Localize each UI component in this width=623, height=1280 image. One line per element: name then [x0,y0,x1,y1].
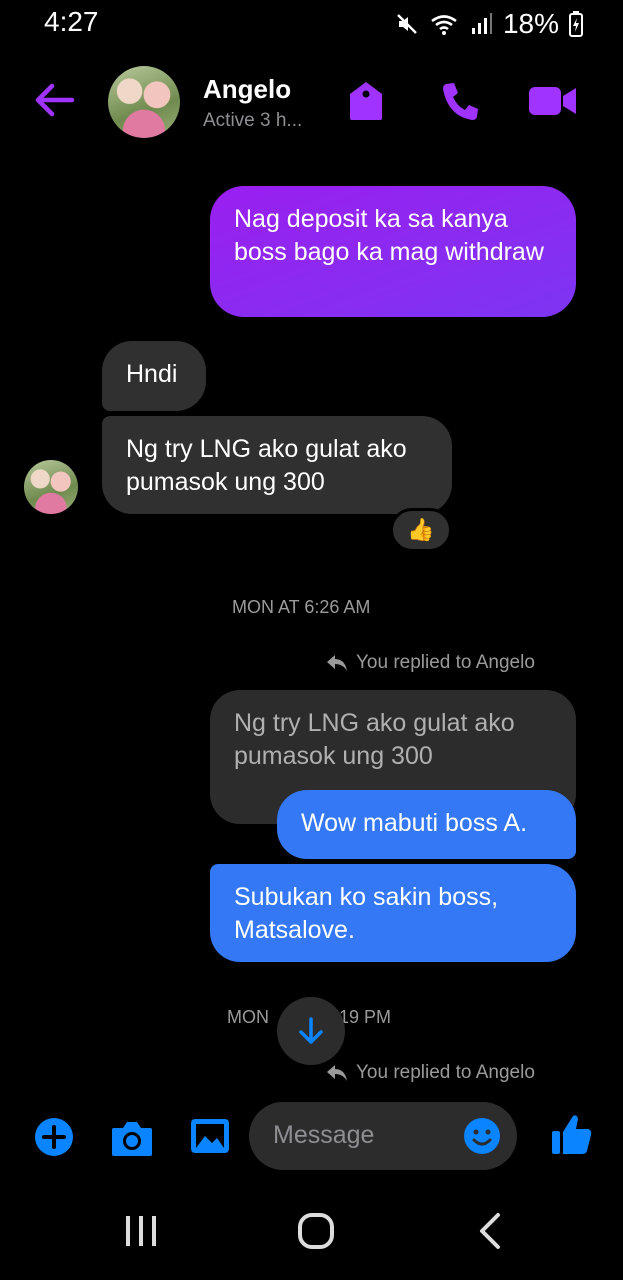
signal-icon [471,13,492,34]
wifi-icon [431,15,457,35]
message-input[interactable]: Message [249,1102,517,1170]
reply-indicator-text: You replied to Angelo [356,1062,535,1083]
reaction-badge[interactable]: 👍 [390,508,452,552]
message-bubble-received[interactable]: Hndi [102,341,206,411]
video-camera-icon[interactable] [528,84,578,118]
message-bubble-sent[interactable]: Nag deposit ka sa kanya boss bago ka mag… [210,186,576,317]
timestamp-day: MON [227,1007,269,1027]
message-placeholder: Message [273,1121,375,1149]
reply-arrow-icon [327,1065,347,1081]
reply-indicator: You replied to Angelo [326,1062,535,1084]
image-gallery-icon[interactable] [190,1118,230,1154]
thumbs-up-icon[interactable] [551,1112,593,1156]
timestamp-time: 19 PM [339,1007,392,1027]
arrow-down-icon [299,1017,323,1044]
home-icon[interactable] [297,1212,335,1250]
phone-icon[interactable] [440,80,480,122]
status-icons: 18% [395,8,583,40]
nav-back-icon[interactable] [476,1212,504,1250]
status-time: 4:27 [44,6,99,37]
reply-arrow-icon [327,655,347,671]
battery-percent: 18% [502,8,559,39]
contact-avatar[interactable] [108,66,180,138]
recent-apps-icon[interactable] [124,1214,158,1248]
message-bubble-received[interactable]: Ng try LNG ako gulat ako pumasok ung 300 [102,416,452,514]
tag-icon[interactable] [346,80,386,122]
back-arrow-icon[interactable] [32,80,76,120]
reply-indicator-text: You replied to Angelo [356,652,535,673]
battery-charging-icon [569,11,583,37]
emoji-icon[interactable] [463,1117,501,1155]
plus-icon[interactable] [34,1117,74,1157]
message-bubble-sent[interactable]: Subukan ko sakin boss, Matsalove. [210,864,576,962]
message-bubble-sent[interactable]: Wow mabuti boss A. [277,790,576,859]
camera-icon[interactable] [110,1118,154,1158]
mute-icon [397,14,417,34]
scroll-to-bottom-button[interactable] [277,997,345,1065]
timestamp: MON AT 6:26 AM [232,597,371,617]
sender-avatar[interactable] [24,460,78,514]
contact-name[interactable]: Angelo [203,74,291,105]
reply-indicator: You replied to Angelo [326,652,535,674]
contact-active-status: Active 3 h... [203,110,303,131]
